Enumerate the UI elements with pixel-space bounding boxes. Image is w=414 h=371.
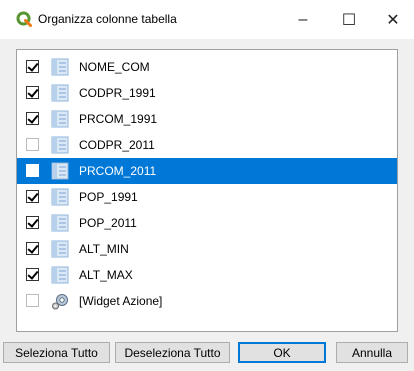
action-widget-icon — [51, 292, 69, 310]
column-visibility-checkbox[interactable] — [26, 190, 39, 203]
table-field-icon — [51, 188, 69, 206]
window-title: Organizza colonne tabella — [38, 12, 177, 26]
column-row[interactable]: CODPR_2011 — [17, 132, 397, 158]
column-label: PRCOM_1991 — [79, 112, 158, 126]
table-field-icon — [51, 136, 69, 154]
table-field-icon — [51, 58, 69, 76]
close-icon: ✕ — [386, 11, 400, 29]
close-button[interactable]: ✕ — [370, 0, 414, 39]
column-visibility-checkbox[interactable] — [26, 138, 39, 151]
column-row[interactable]: PRCOM_1991 — [17, 106, 397, 132]
table-field-icon — [51, 266, 69, 284]
maximize-icon: ☐ — [341, 11, 357, 29]
column-visibility-checkbox[interactable] — [26, 60, 39, 73]
column-visibility-checkbox[interactable] — [26, 112, 39, 125]
column-label: CODPR_2011 — [79, 138, 155, 152]
table-field-icon — [51, 162, 69, 180]
column-row[interactable]: PRCOM_2011 — [17, 158, 397, 184]
minimize-button[interactable]: – — [280, 0, 326, 39]
table-field-icon — [51, 110, 69, 128]
deselect-all-button[interactable]: Deseleziona Tutto — [115, 342, 230, 363]
column-row[interactable]: ALT_MIN — [17, 236, 397, 262]
table-field-icon — [51, 84, 69, 102]
column-label: POP_2011 — [79, 216, 137, 230]
column-visibility-checkbox[interactable] — [26, 216, 39, 229]
minimize-icon: – — [298, 10, 308, 28]
column-visibility-checkbox[interactable] — [26, 242, 39, 255]
column-row[interactable]: CODPR_1991 — [17, 80, 397, 106]
table-field-icon — [51, 214, 69, 232]
column-label: [Widget Azione] — [79, 294, 163, 308]
column-row[interactable]: POP_2011 — [17, 210, 397, 236]
table-field-icon — [51, 240, 69, 258]
column-label: POP_1991 — [79, 190, 138, 204]
select-all-button[interactable]: Seleziona Tutto — [3, 342, 110, 363]
column-label: NOME_COM — [79, 60, 150, 74]
column-label: ALT_MAX — [79, 268, 133, 282]
column-row[interactable]: [Widget Azione] — [17, 288, 397, 314]
column-visibility-checkbox[interactable] — [26, 268, 39, 281]
column-label: CODPR_1991 — [79, 86, 156, 100]
ok-button[interactable]: OK — [238, 342, 326, 363]
column-row[interactable]: POP_1991 — [17, 184, 397, 210]
title-bar: Organizza colonne tabella – ☐ ✕ — [0, 0, 414, 39]
column-row[interactable]: NOME_COM — [17, 54, 397, 80]
column-visibility-checkbox[interactable] — [26, 294, 39, 307]
column-visibility-checkbox[interactable] — [26, 164, 39, 177]
qgis-logo-icon — [16, 11, 32, 27]
maximize-button[interactable]: ☐ — [326, 0, 372, 39]
column-row[interactable]: ALT_MAX — [17, 262, 397, 288]
cancel-button[interactable]: Annulla — [336, 342, 408, 363]
column-label: ALT_MIN — [79, 242, 129, 256]
column-label: PRCOM_2011 — [79, 164, 157, 178]
column-visibility-checkbox[interactable] — [26, 86, 39, 99]
column-list[interactable]: NOME_COM CODPR_1991 PRCOM_1991 CODPR_2011 PR… — [16, 49, 398, 332]
